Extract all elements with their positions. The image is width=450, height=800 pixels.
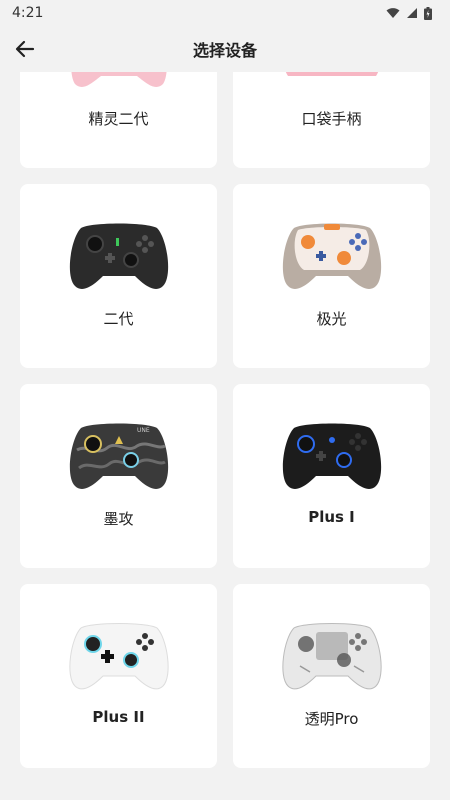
app-bar: 选择设备 [0,26,450,72]
back-arrow-icon [15,40,35,58]
pink-pocket-controller-icon [285,72,378,76]
white-controller-icon [68,623,169,690]
device-list[interactable]: 精灵二代 口袋手柄 二代 极光 UNE 墨攻 Plus I Plus II 透明… [0,72,450,800]
battery-icon [424,6,432,20]
device-card-aurora[interactable]: 极光 [233,184,430,368]
device-card-jingling-2[interactable]: 精灵二代 [20,72,217,168]
device-card-transparent-pro[interactable]: 透明Pro [233,584,430,768]
device-label: Plus II [92,708,145,726]
wifi-icon [386,8,400,18]
device-grid: 精灵二代 口袋手柄 二代 极光 UNE 墨攻 Plus I Plus II 透明… [20,72,430,768]
cell-signal-icon [407,8,417,18]
status-time: 4:21 [12,5,44,21]
transparent-controller-icon [281,623,382,690]
device-label: 墨攻 [103,510,134,528]
device-label: 口袋手柄 [301,110,362,128]
page-title: 选择设备 [192,41,257,60]
device-card-plus-2[interactable]: Plus II [20,584,217,768]
device-label: Plus I [308,508,355,526]
device-card-pocket[interactable]: 口袋手柄 [233,72,430,168]
device-label: 精灵二代 [88,110,149,128]
device-card-plus-1[interactable]: Plus I [233,384,430,568]
back-button[interactable] [10,34,40,64]
svg-text:UNE: UNE [137,427,150,434]
status-bar: 4:21 [0,0,450,26]
device-label: 极光 [316,310,347,328]
status-icons [386,6,432,20]
device-label: 透明Pro [304,710,359,728]
pink-controller-icon [71,72,166,87]
black-blue-controller-icon [282,423,381,489]
black-controller-icon [69,223,168,289]
device-label: 二代 [103,310,134,328]
device-card-gen-2[interactable]: 二代 [20,184,217,368]
cream-orange-controller-icon [282,223,381,289]
camo-controller-icon: UNE [69,423,168,489]
device-card-mogong[interactable]: UNE 墨攻 [20,384,217,568]
